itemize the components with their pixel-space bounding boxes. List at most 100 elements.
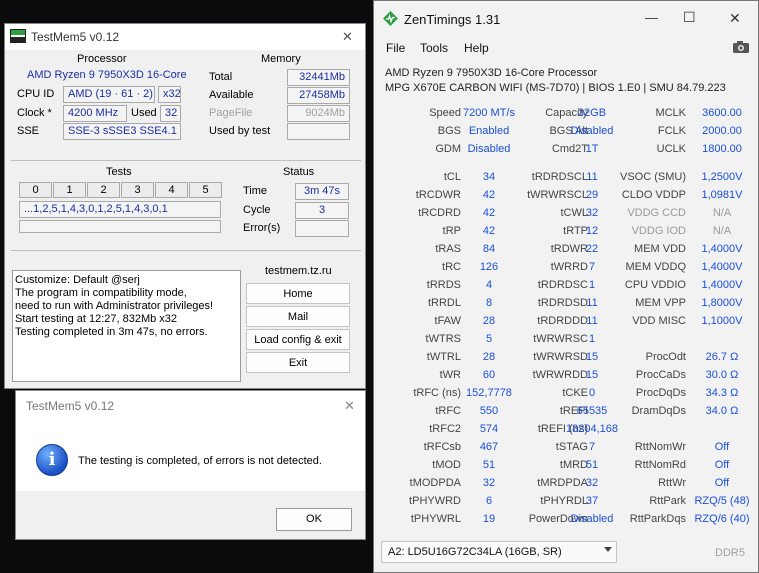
- menu-file[interactable]: File: [386, 41, 405, 55]
- zt-row: tRCDWR 42 tWRWRSCL 29 CLDO VDDP 1,0981V: [374, 189, 758, 207]
- timing-label: BGS: [437, 125, 461, 137]
- mail-button[interactable]: Mail: [246, 306, 350, 327]
- zt-row: tMOD 51 tMRD 51 RttNomRd Off: [374, 459, 758, 477]
- sse-field: SSE-3 sSSE3 SSE4.1: [63, 123, 181, 140]
- time-field: 3m 47s: [295, 183, 349, 200]
- timing-label: tWTRL: [426, 351, 461, 363]
- dimm-select[interactable]: A2: LD5U16G72C34LA (16GB, SR): [381, 541, 617, 563]
- test-cells: 012345: [19, 182, 222, 198]
- timing-label: MEM VDDQ: [625, 261, 687, 273]
- timing-label: ProcCaDs: [635, 369, 686, 381]
- zt-row: tRAS 84 tRDWR 22 MEM VDD 1,4000V: [374, 243, 758, 261]
- test-cell: 5: [189, 182, 222, 198]
- zt-row: tPHYWRD 6 tPHYRDL 37 RttPark RZQ/5 (48): [374, 495, 758, 513]
- menu-tools[interactable]: Tools: [420, 41, 448, 55]
- timing-value: 1,8000V: [701, 297, 743, 309]
- timing-label: CLDO VDDP: [621, 189, 686, 201]
- testmem-titlebar[interactable]: TestMem5 v0.12 ✕: [5, 24, 365, 50]
- test-sequence-field: ...1,2,5,1,4,3,0,1,2,5,1,4,3,0,1: [19, 201, 221, 218]
- timing-label: tPHYWRD: [409, 495, 461, 507]
- exit-button[interactable]: Exit: [246, 352, 350, 373]
- menu-help[interactable]: Help: [464, 41, 489, 55]
- memory-heading: Memory: [261, 53, 301, 65]
- timing-label: DramDqDs: [631, 405, 686, 417]
- camera-icon[interactable]: [732, 40, 750, 54]
- timing-label: VDDG CCD: [627, 207, 686, 219]
- zt-row: GDM Disabled Cmd2T 1T UCLK 1800.00: [374, 143, 758, 161]
- zt-row: tPHYWRL 19 PowerDown Disabled RttParkDqs RZQ/…: [374, 513, 758, 531]
- timing-label: tRRDL: [427, 297, 461, 309]
- timing-label: tRCDRD: [418, 207, 461, 219]
- timing-value: 3600.00: [702, 107, 742, 119]
- timing-label: tFAW: [434, 315, 461, 327]
- close-icon[interactable]: ✕: [342, 29, 353, 45]
- clock-label: Clock *: [17, 107, 52, 119]
- available-label: Available: [209, 89, 254, 101]
- timing-value: 34.3 Ω: [705, 387, 739, 399]
- timing-label: MEM VDD: [634, 243, 686, 255]
- dimm-select-value: A2: LD5U16G72C34LA (16GB, SR): [388, 546, 562, 558]
- status-heading: Status: [283, 166, 315, 178]
- timing-label: tRFC (ns): [413, 387, 461, 399]
- chevron-down-icon: [604, 547, 612, 552]
- home-button[interactable]: Home: [246, 283, 350, 304]
- timing-value: 34.0 Ω: [705, 405, 739, 417]
- log-panel: Customize: Default @serj The program in …: [12, 270, 241, 382]
- timing-value: 1: [588, 333, 596, 345]
- timing-label: tRAS: [435, 243, 461, 255]
- info-glyph: i: [48, 449, 56, 470]
- ok-button[interactable]: OK: [276, 508, 352, 531]
- site-label: testmem.tz.ru: [265, 265, 332, 277]
- zt-row: tWTRS 5 tWRWRSC 1: [374, 333, 758, 351]
- timing-value: 1,4000V: [701, 261, 743, 273]
- timing-label: tPHYWRL: [410, 513, 461, 525]
- zt-row: tRRDS 4 tRDRDSC 1 CPU VDDIO 1,4000V: [374, 279, 758, 297]
- timing-label: MCLK: [655, 107, 686, 119]
- zt-menubar: File Tools Help: [374, 39, 758, 57]
- maximize-icon[interactable]: ☐: [683, 9, 696, 26]
- testmem-main-window: TestMem5 v0.12 ✕ Processor AMD Ryzen 9 7…: [4, 23, 366, 389]
- timing-label: tWR: [439, 369, 461, 381]
- zt-row: tRFC (ns) 152,7778 tCKE 0 ProcDqDs 34.3 Ω: [374, 387, 758, 405]
- zt-row: tRCDRD 42 tCWL 32 VDDG CCD N/A: [374, 207, 758, 225]
- minimize-icon[interactable]: —: [645, 10, 658, 25]
- divider: [11, 250, 361, 251]
- timing-value: Off: [714, 441, 730, 453]
- timing-label: tRC: [442, 261, 461, 273]
- zentimings-window: ZenTimings 1.31 — ☐ ✕ File Tools Help AM…: [373, 0, 759, 573]
- testmem-app-icon: [10, 29, 26, 43]
- zt-row: tMODPDA 32 tMRDPDA 32 RttWr Off: [374, 477, 758, 495]
- timing-label: tRFC2: [429, 423, 461, 435]
- timing-value: 26.7 Ω: [705, 351, 739, 363]
- timing-label: VDD MISC: [632, 315, 686, 327]
- zt-row: tRFCsb 467 tSTAG 7 RttNomWr Off: [374, 441, 758, 459]
- errors-label: Error(s): [243, 222, 281, 234]
- zt-row: tRFC 550 tREFI 65535 DramDqDs 34.0 Ω: [374, 405, 758, 423]
- zt-row: tRFC2 574 tREFI (ns) 18204,168: [374, 423, 758, 441]
- test-cell: 3: [121, 182, 154, 198]
- zt-row: Speed 7200 MT/s Capacity 32GB MCLK 3600.00: [374, 107, 758, 125]
- timing-label: tRCDWR: [415, 189, 461, 201]
- zt-row: tCL 34 tRDRDSCL 11 VSOC (SMU) 1,2500V: [374, 171, 758, 189]
- cycle-label: Cycle: [243, 204, 271, 216]
- cpuid-label: CPU ID: [17, 88, 55, 100]
- timing-value: Off: [714, 459, 730, 471]
- timing-value: 30.0 Ω: [705, 369, 739, 381]
- close-icon[interactable]: ✕: [729, 10, 741, 27]
- cycle-field: 3: [295, 202, 349, 219]
- timing-label: RttWr: [658, 477, 686, 489]
- zt-titlebar[interactable]: ZenTimings 1.31 — ☐ ✕: [374, 1, 758, 35]
- testmem-title: TestMem5 v0.12: [31, 30, 120, 44]
- load-config-exit-button[interactable]: Load config & exit: [246, 329, 350, 350]
- timing-value: 2000.00: [702, 125, 742, 137]
- processor-name: AMD Ryzen 9 7950X3D 16-Core: [27, 69, 187, 81]
- dialog-titlebar[interactable]: TestMem5 v0.12 ✕: [16, 391, 365, 419]
- used-label: Used: [131, 107, 157, 119]
- zentimings-logo-icon: [383, 11, 398, 26]
- zt-row: tWTRL 28 tWRWRSD 15 ProcOdt 26.7 Ω: [374, 351, 758, 369]
- zt-row: tFAW 28 tRDRDDD 11 VDD MISC 1,1000V: [374, 315, 758, 333]
- close-icon[interactable]: ✕: [344, 398, 355, 414]
- test-cell: 4: [155, 182, 188, 198]
- timing-label: RttPark: [649, 495, 686, 507]
- cpu-name: AMD Ryzen 9 7950X3D 16-Core Processor: [385, 67, 598, 79]
